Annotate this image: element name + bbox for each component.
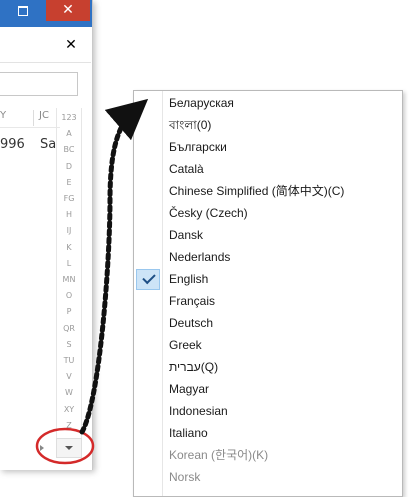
annotation-arrow	[79, 98, 149, 435]
annotation-overlay	[35, 98, 149, 465]
highlight-circle	[35, 427, 95, 465]
